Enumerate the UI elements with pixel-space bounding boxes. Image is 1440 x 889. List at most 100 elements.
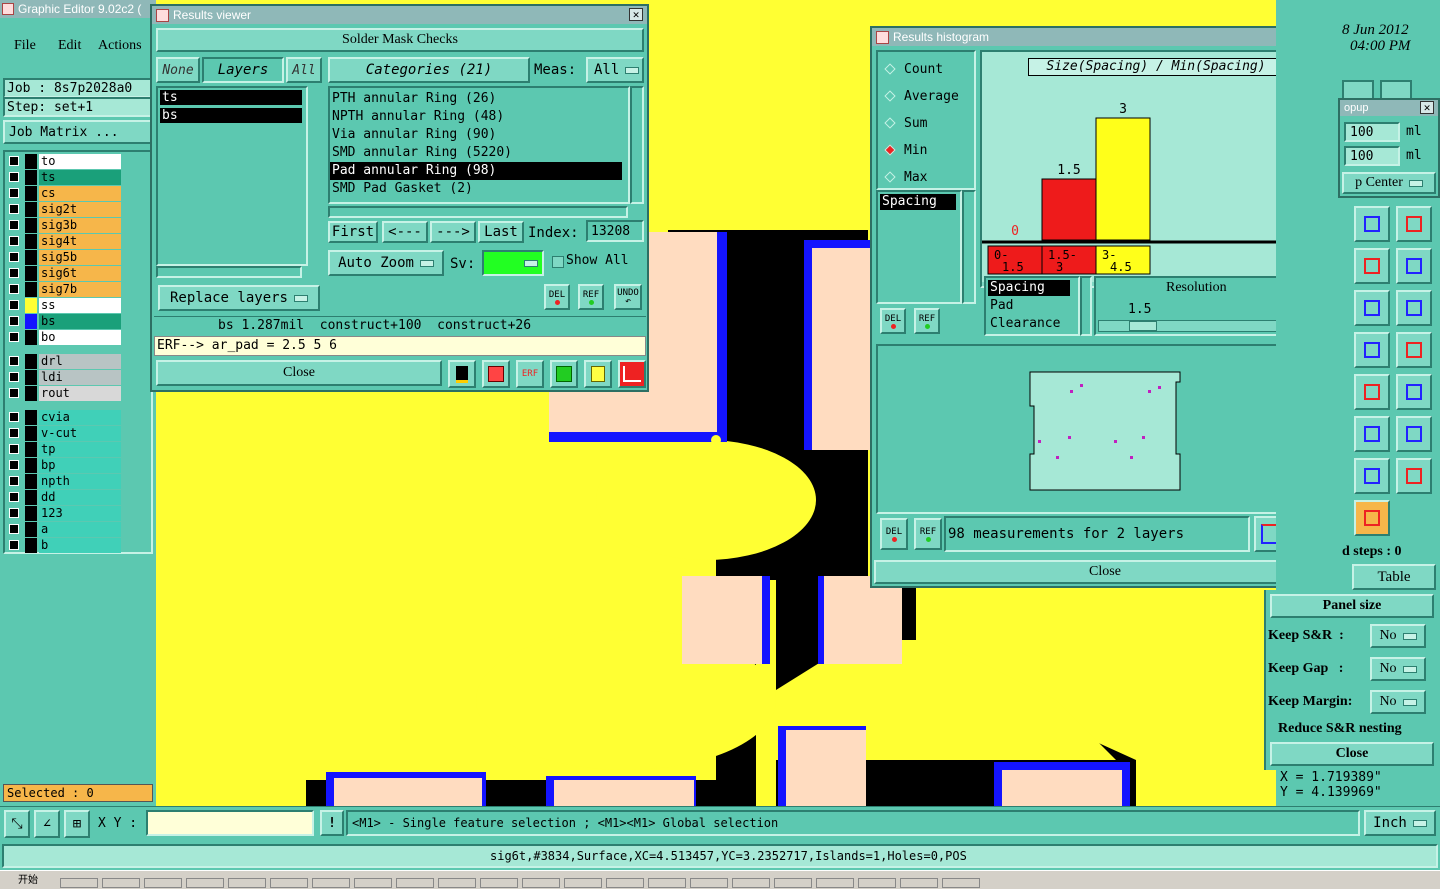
panel-close-button[interactable]: Close bbox=[1270, 742, 1434, 766]
taskbar-item[interactable] bbox=[816, 878, 854, 888]
layer-row[interactable]: ts bbox=[5, 170, 123, 185]
option-sum[interactable]: Sum bbox=[884, 112, 927, 134]
layer-row[interactable]: cs bbox=[5, 186, 123, 201]
spacing-item[interactable]: Spacing bbox=[988, 280, 1070, 296]
tool-icon[interactable] bbox=[1354, 458, 1390, 494]
layer-checkbox[interactable] bbox=[9, 252, 19, 262]
center-dropdown[interactable]: p Center bbox=[1342, 172, 1436, 194]
slider-thumb[interactable] bbox=[1129, 321, 1157, 331]
start-button[interactable]: 开始 bbox=[2, 874, 50, 888]
layer-row[interactable]: sig6t bbox=[5, 266, 123, 281]
taskbar-item[interactable] bbox=[732, 878, 770, 888]
info-icon[interactable]: ! bbox=[320, 810, 344, 836]
layer-checkbox[interactable] bbox=[9, 444, 19, 454]
spacing-item[interactable]: Pad bbox=[988, 298, 1015, 314]
tool-icon[interactable] bbox=[1354, 332, 1390, 368]
results-viewer-titlebar[interactable]: Results viewer bbox=[152, 6, 647, 24]
layer-checkbox[interactable] bbox=[9, 316, 19, 326]
last-button[interactable]: Last bbox=[478, 221, 524, 243]
tool-icon[interactable] bbox=[1396, 374, 1432, 410]
layer-checkbox[interactable] bbox=[9, 540, 19, 550]
meas-dropdown[interactable]: All bbox=[586, 57, 644, 83]
popup-value-1[interactable]: 100 bbox=[1344, 122, 1400, 142]
taskbar-item[interactable] bbox=[690, 878, 728, 888]
layer-checkbox[interactable] bbox=[9, 388, 19, 398]
menu-file[interactable]: File bbox=[14, 38, 36, 54]
layer-item-bs[interactable]: bs bbox=[160, 108, 302, 123]
index-input[interactable]: 13208 bbox=[586, 220, 644, 242]
layer-row[interactable]: sig5b bbox=[5, 250, 123, 265]
category-item[interactable]: NPTH annular Ring (48) bbox=[330, 108, 626, 126]
layer-checkbox[interactable] bbox=[9, 332, 19, 342]
preview-ref-button[interactable]: REF bbox=[914, 518, 942, 550]
taskbar-item[interactable] bbox=[144, 878, 182, 888]
xy-input[interactable] bbox=[146, 810, 314, 836]
taskbar-item[interactable] bbox=[606, 878, 644, 888]
report-tool-icon[interactable] bbox=[584, 360, 612, 388]
layer-row[interactable]: cvia bbox=[5, 410, 123, 425]
hist-del-button[interactable]: DEL bbox=[880, 308, 906, 334]
histogram-tool-icon[interactable] bbox=[618, 360, 646, 388]
taskbar-item[interactable] bbox=[396, 878, 434, 888]
layer-checkbox[interactable] bbox=[9, 188, 19, 198]
units-dropdown[interactable]: Inch bbox=[1364, 810, 1436, 836]
tool-icon[interactable] bbox=[1396, 248, 1432, 284]
layer-checkbox[interactable] bbox=[9, 220, 19, 230]
option-max[interactable]: Max bbox=[884, 166, 927, 188]
layer-checkbox[interactable] bbox=[9, 300, 19, 310]
prev-button[interactable]: <--- bbox=[382, 221, 428, 243]
keep-margin-dropdown[interactable]: No bbox=[1370, 690, 1426, 714]
layer-row[interactable]: drl bbox=[5, 354, 123, 369]
taskbar-item[interactable] bbox=[228, 878, 266, 888]
undo-button[interactable]: UNDO ↶ bbox=[614, 284, 642, 310]
categories-button[interactable]: Categories (21) bbox=[328, 57, 530, 83]
menu-edit[interactable]: Edit bbox=[58, 38, 81, 54]
category-item[interactable]: Pad annular Ring (98) bbox=[330, 162, 622, 180]
close-icon[interactable]: ✕ bbox=[1420, 101, 1434, 114]
taskbar-item[interactable] bbox=[942, 878, 980, 888]
option-count[interactable]: Count bbox=[884, 58, 943, 80]
select-tool-icon[interactable]: ⤡ bbox=[4, 810, 30, 838]
taskbar-item[interactable] bbox=[312, 878, 350, 888]
tab-layers[interactable]: Layers bbox=[202, 57, 284, 83]
tool-icon[interactable] bbox=[1396, 206, 1432, 242]
taskbar-item[interactable] bbox=[60, 878, 98, 888]
layer-checkbox[interactable] bbox=[9, 508, 19, 518]
layer-checkbox[interactable] bbox=[9, 428, 19, 438]
job-matrix-button[interactable]: Job Matrix ... bbox=[3, 120, 153, 144]
layer-checkbox[interactable] bbox=[9, 492, 19, 502]
ref-button[interactable]: REF bbox=[578, 284, 604, 310]
layer-row[interactable]: sig4t bbox=[5, 234, 123, 249]
tool-icon[interactable] bbox=[1354, 416, 1390, 452]
taskbar-item[interactable] bbox=[438, 878, 476, 888]
taskbar-item[interactable] bbox=[648, 878, 686, 888]
layer-row[interactable]: rout bbox=[5, 386, 123, 401]
tool-icon[interactable] bbox=[1396, 416, 1432, 452]
layer-checkbox[interactable] bbox=[9, 268, 19, 278]
layer-row[interactable]: sig7b bbox=[5, 282, 123, 297]
tab-none[interactable]: None bbox=[156, 57, 200, 83]
table-button[interactable]: Table bbox=[1352, 564, 1436, 590]
next-button[interactable]: ---> bbox=[430, 221, 476, 243]
erf-tool-icon[interactable]: ERF bbox=[516, 360, 544, 388]
tab-all[interactable]: All bbox=[286, 57, 322, 83]
layer-row[interactable]: v-cut bbox=[5, 426, 123, 441]
menu-actions[interactable]: Actions bbox=[98, 38, 142, 54]
taskbar-item[interactable] bbox=[480, 878, 518, 888]
taskbar-item[interactable] bbox=[900, 878, 938, 888]
tool-icon[interactable] bbox=[1396, 458, 1432, 494]
layer-row[interactable]: tp bbox=[5, 442, 123, 457]
layer-row[interactable]: bp bbox=[5, 458, 123, 473]
results-close-button[interactable]: Close bbox=[156, 360, 442, 386]
keep-gap-dropdown[interactable]: No bbox=[1370, 657, 1426, 681]
grid-tool-icon[interactable]: ⊞ bbox=[64, 810, 90, 838]
numbering-tool-icon[interactable] bbox=[550, 360, 578, 388]
panel-size-button[interactable]: Panel size bbox=[1270, 594, 1434, 618]
tool-icon[interactable] bbox=[1354, 206, 1390, 242]
tool-icon[interactable] bbox=[1354, 374, 1390, 410]
layer-row[interactable]: dd bbox=[5, 490, 123, 505]
histogram-titlebar[interactable]: Results histogram bbox=[872, 28, 1338, 46]
taskbar-item[interactable] bbox=[522, 878, 560, 888]
layer-checkbox[interactable] bbox=[9, 524, 19, 534]
taskbar-item[interactable] bbox=[102, 878, 140, 888]
